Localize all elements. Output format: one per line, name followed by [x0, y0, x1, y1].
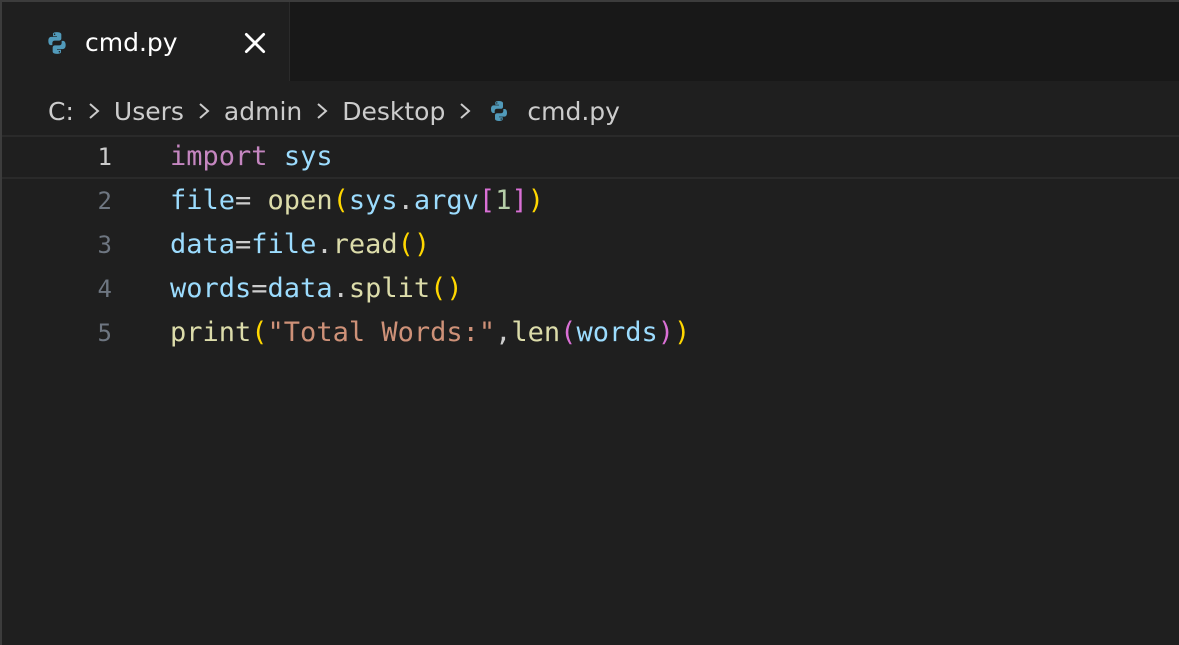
code-token: =	[235, 229, 252, 260]
code-token: sys	[348, 185, 398, 216]
tab-bar: cmd.py	[2, 2, 1179, 81]
breadcrumb: C: Users admin Desktop cmd.py	[48, 92, 620, 130]
line-number: 3	[97, 231, 112, 259]
code-token: file	[251, 229, 317, 260]
code-token: ,	[495, 317, 512, 348]
breadcrumb-item-drive[interactable]: C:	[48, 97, 74, 126]
code-token: open	[267, 185, 333, 216]
code-token: ()	[397, 229, 431, 260]
code-token: file	[170, 185, 236, 216]
code-token: (	[251, 317, 268, 348]
code-line[interactable]: 4 words=data.split()	[2, 267, 1179, 311]
code-token: data	[267, 273, 333, 304]
chevron-right-icon	[317, 103, 328, 119]
breadcrumb-item-users[interactable]: Users	[114, 97, 184, 126]
code-token: )	[527, 185, 544, 216]
code-token: print	[170, 317, 252, 348]
code-token: 1	[495, 185, 512, 216]
code-token: .	[332, 273, 349, 304]
code-token: )	[673, 317, 691, 348]
breadcrumb-item-admin[interactable]: admin	[224, 97, 302, 126]
code-token: (	[332, 185, 349, 216]
python-file-icon	[491, 101, 508, 121]
code-text: words=data.split()	[170, 267, 463, 311]
code-line[interactable]: 2 file= open(sys.argv[1])	[2, 179, 1179, 223]
code-token: read	[332, 229, 398, 260]
code-line[interactable]: 3 data=file.read()	[2, 223, 1179, 267]
editor-window: cmd.py C: Users admin Desktop cmd.py 1 im…	[0, 0, 1179, 645]
tab-cmd-py[interactable]: cmd.py	[2, 2, 290, 81]
code-token: )	[657, 317, 674, 348]
code-text: data=file.read()	[170, 223, 430, 267]
code-token: =	[251, 273, 268, 304]
code-token: len	[511, 317, 561, 348]
code-line[interactable]: 1 import sys	[2, 135, 1179, 179]
code-token: =	[235, 185, 268, 216]
code-token: .	[316, 229, 333, 260]
code-token: [	[478, 185, 496, 216]
code-token: ()	[430, 273, 463, 304]
code-token: import	[170, 141, 268, 172]
breadcrumb-item-desktop[interactable]: Desktop	[342, 97, 445, 126]
code-token: argv	[413, 185, 479, 216]
code-text: print("Total Words:",len(words))	[170, 311, 690, 355]
code-token: "Total Words:"	[267, 317, 496, 348]
code-editor[interactable]: 1 import sys 2 file= open(sys.argv[1]) 3 data…	[2, 135, 1179, 645]
code-text: import sys	[170, 137, 333, 177]
line-number: 1	[97, 143, 112, 171]
chevron-right-icon	[89, 103, 100, 119]
code-token: .	[397, 185, 414, 216]
code-token: sys	[283, 141, 333, 172]
python-file-icon	[48, 32, 66, 54]
line-number: 5	[97, 319, 112, 347]
chevron-right-icon	[199, 103, 210, 119]
chevron-right-icon	[460, 103, 471, 119]
breadcrumb-item-file[interactable]: cmd.py	[527, 97, 620, 126]
code-token: data	[170, 229, 236, 260]
code-text: file= open(sys.argv[1])	[170, 179, 544, 223]
close-icon[interactable]	[242, 30, 268, 56]
code-token: ]	[511, 185, 528, 216]
line-number: 4	[97, 275, 112, 303]
code-line[interactable]: 5 print("Total Words:",len(words))	[2, 311, 1179, 355]
line-number: 2	[97, 187, 112, 215]
code-token: split	[348, 273, 431, 304]
tab-label: cmd.py	[85, 28, 178, 57]
code-token: words	[170, 273, 252, 304]
code-token: (	[560, 317, 577, 348]
code-token: words	[576, 317, 658, 348]
